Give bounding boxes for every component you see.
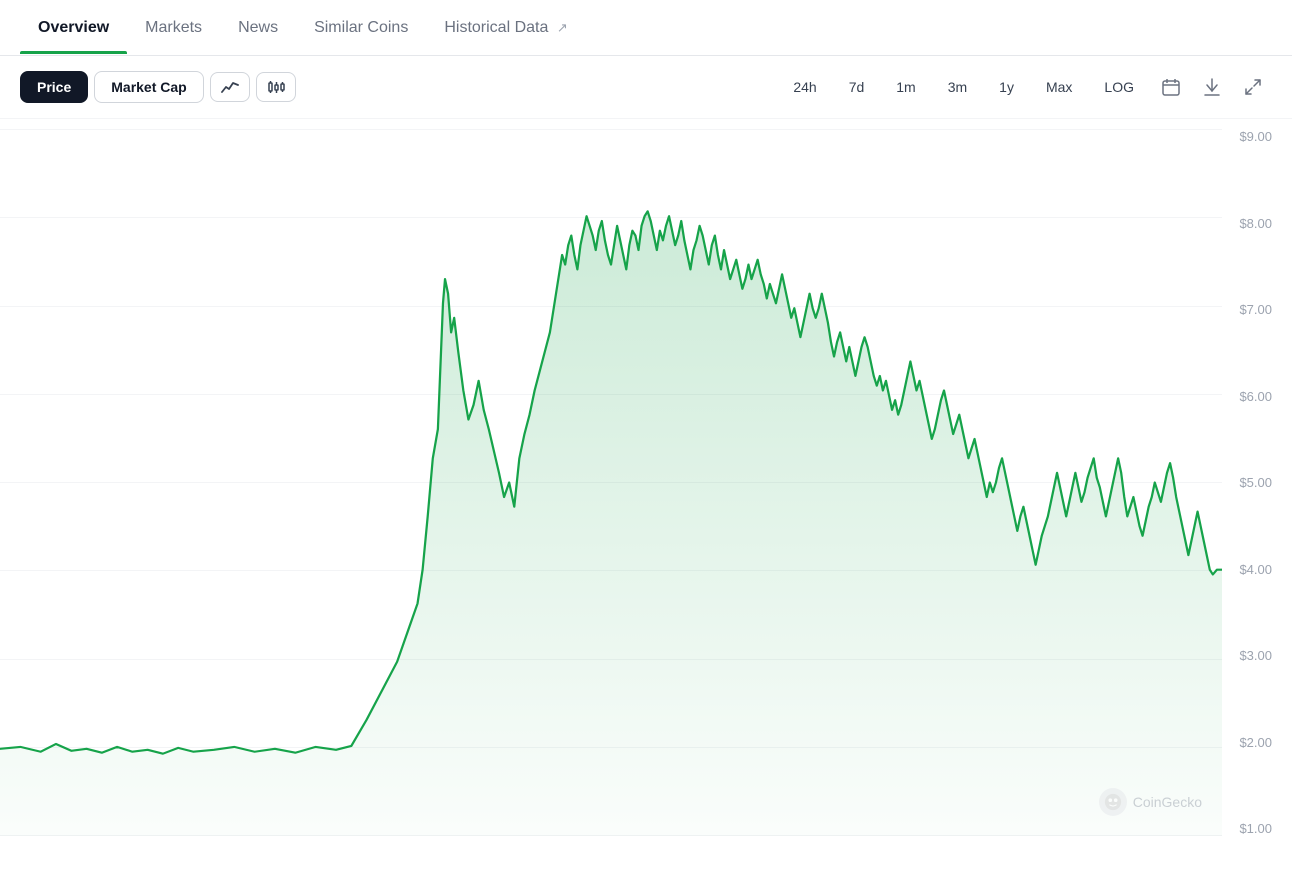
time-24h-button[interactable]: 24h [779, 71, 830, 103]
y-label-4: $4.00 [1239, 562, 1272, 577]
candlestick-chart-button[interactable] [256, 72, 296, 102]
tab-news[interactable]: News [220, 3, 296, 53]
time-range-buttons: 24h 7d 1m 3m 1y Max LOG [779, 70, 1272, 104]
y-label-5: $5.00 [1239, 475, 1272, 490]
time-7d-button[interactable]: 7d [835, 71, 879, 103]
coingecko-label: CoinGecko [1133, 794, 1202, 810]
page-container: Overview Markets News Similar Coins Hist… [0, 0, 1292, 896]
market-cap-button[interactable]: Market Cap [94, 71, 203, 103]
y-label-7: $7.00 [1239, 302, 1272, 317]
y-axis: $9.00 $8.00 $7.00 $6.00 $5.00 $4.00 $3.0… [1239, 129, 1272, 836]
time-1y-button[interactable]: 1y [985, 71, 1028, 103]
y-label-1: $1.00 [1239, 821, 1272, 836]
download-button[interactable] [1194, 70, 1230, 104]
external-link-icon: ↗ [557, 20, 568, 36]
tab-similar-coins[interactable]: Similar Coins [296, 3, 426, 53]
time-1m-button[interactable]: 1m [882, 71, 929, 103]
candlestick-chart-icon [267, 80, 285, 94]
time-3m-button[interactable]: 3m [934, 71, 981, 103]
chart-wrapper: $9.00 $8.00 $7.00 $6.00 $5.00 $4.00 $3.0… [0, 129, 1292, 866]
chart-area: $9.00 $8.00 $7.00 $6.00 $5.00 $4.00 $3.0… [0, 119, 1292, 896]
line-chart-button[interactable] [210, 72, 250, 102]
log-button[interactable]: LOG [1090, 71, 1148, 103]
chart-svg-container [0, 129, 1222, 836]
time-max-button[interactable]: Max [1032, 71, 1086, 103]
price-button[interactable]: Price [20, 71, 88, 103]
tab-overview[interactable]: Overview [20, 3, 127, 53]
x-axis [0, 836, 1222, 866]
coingecko-logo-icon [1104, 793, 1122, 811]
y-label-8: $8.00 [1239, 216, 1272, 231]
chart-toolbar: Price Market Cap [0, 56, 1292, 119]
expand-button[interactable] [1234, 70, 1272, 104]
tab-nav: Overview Markets News Similar Coins Hist… [0, 0, 1292, 56]
line-chart-icon [221, 80, 239, 94]
y-label-6: $6.00 [1239, 389, 1272, 404]
tab-historical-data[interactable]: Historical Data ↗ [426, 3, 585, 53]
download-icon [1204, 78, 1220, 96]
expand-icon [1244, 78, 1262, 96]
y-label-2: $2.00 [1239, 735, 1272, 750]
metric-buttons: Price Market Cap [20, 71, 296, 103]
calendar-icon [1162, 78, 1180, 96]
y-label-9: $9.00 [1239, 129, 1272, 144]
y-label-3: $3.00 [1239, 648, 1272, 663]
tab-markets[interactable]: Markets [127, 3, 220, 53]
coingecko-logo [1099, 788, 1127, 816]
price-chart [0, 129, 1222, 836]
calendar-button[interactable] [1152, 70, 1190, 104]
coingecko-watermark: CoinGecko [1099, 788, 1202, 816]
